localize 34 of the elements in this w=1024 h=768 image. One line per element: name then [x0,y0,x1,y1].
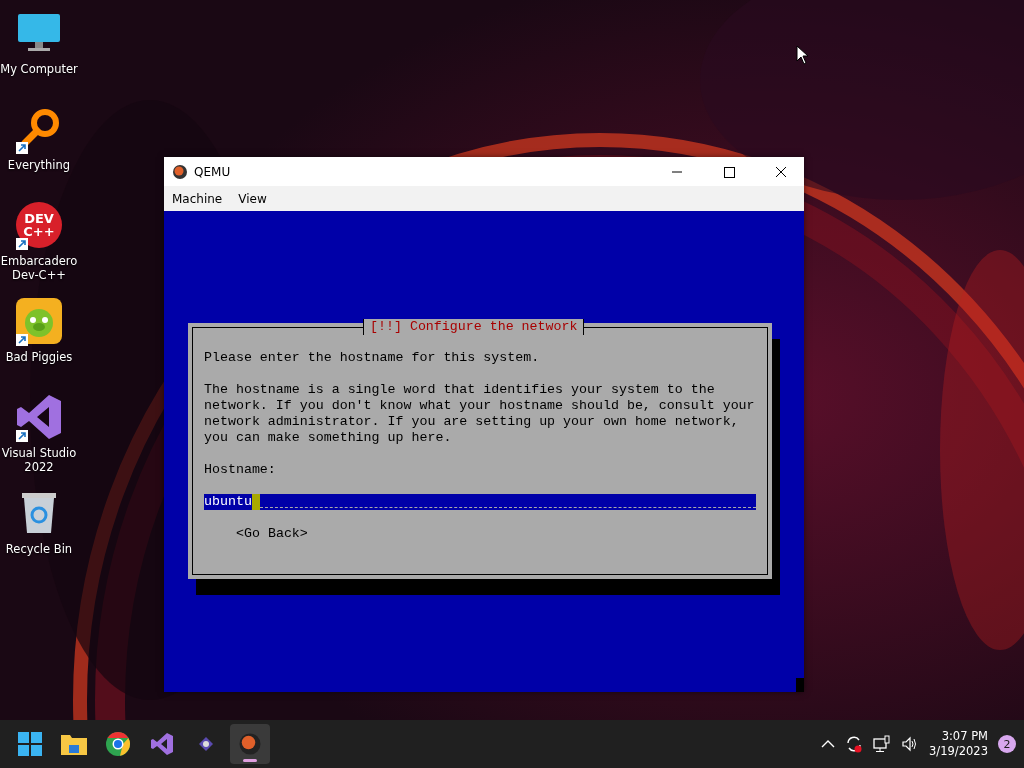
description-text: The hostname is a single word that identifies your system to the network. If you don't know what your hostname should be, consult your network administrator. If you are setting up your own home network, you can make something up here. [204,382,756,446]
desktop-icon-label[interactable]: Recycle Bin [5,542,73,556]
monitor-icon[interactable] [17,13,61,53]
sync-icon[interactable] [845,735,864,753]
clock-time[interactable]: 3:07 PM [941,729,988,744]
infinity-ribbon-icon [150,732,174,756]
dialog-title: [!!] Configure the network [363,319,585,335]
desktop-icon-label[interactable]: Bad Piggies [5,350,73,364]
go-back-button[interactable]: <Go Back> [236,526,308,542]
app-icon [238,732,262,756]
mouse-pointer-icon [796,45,808,65]
field-label: Hostname: [204,462,277,478]
pig-icon[interactable] [15,297,63,345]
taskbar-button[interactable] [230,724,270,764]
desktop-icon-label[interactable]: Everything [7,158,71,172]
desktop-icon-label[interactable]: Visual Studio 2022 [0,446,78,474]
windows-logo-icon [18,732,42,756]
menu-item[interactable]: View [238,191,267,206]
desktop-icon-label[interactable]: My Computer [0,62,78,76]
notification-badge[interactable]: 2 [998,735,1016,753]
folder-icon [61,733,87,755]
clock-date[interactable]: 3/19/2023 [929,744,988,759]
app-icon [172,163,188,180]
hostname-field[interactable]: ubuntu [204,494,756,510]
prompt-text: Please enter the hostname for this system. [204,350,541,366]
infinity-ribbon-icon[interactable] [15,393,63,441]
window-title: QEMU [194,164,231,179]
corner-block [796,678,804,692]
recycle-bin-icon[interactable] [20,491,58,535]
round-tricolor-icon [106,732,130,756]
menu-item[interactable]: Machine [172,191,223,206]
chevron-up-icon[interactable] [821,739,836,749]
desktop-icon-label[interactable]: Embarcadero Dev-C++ [0,254,78,282]
network-icon[interactable] [873,735,892,753]
